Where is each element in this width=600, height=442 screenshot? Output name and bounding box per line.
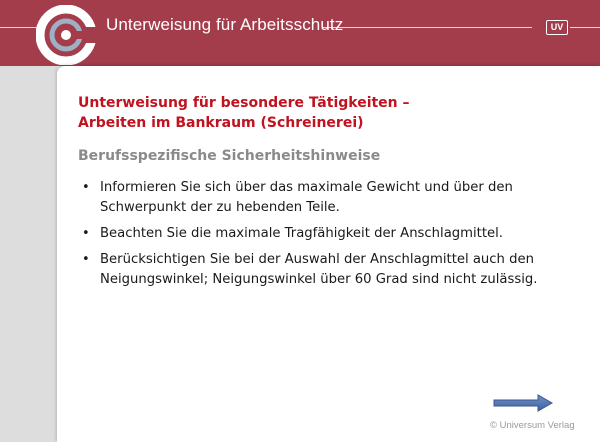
header-title: Unterweisung für Arbeitsschutz (106, 15, 344, 34)
header-line-right (570, 27, 600, 28)
arrow-right-icon[interactable] (493, 393, 553, 413)
bullet-dot: • (82, 180, 90, 195)
uv-logo-badge: UV (546, 20, 568, 35)
bullet-dot: • (82, 226, 90, 241)
logo-icon (36, 5, 96, 65)
section-subtitle: Berufsspezifische Sicherheitshinweise (78, 148, 381, 164)
slide-title: Unterweisung für besondere Tätigkeiten –… (78, 93, 518, 133)
bullet-dot: • (82, 252, 90, 267)
bullet-text: Informieren Sie sich über das maximale G… (100, 180, 513, 215)
slide-title-line-2: Arbeiten im Bankraum (Schreinerei) (78, 115, 364, 131)
bullet-item: • Beachten Sie die maximale Tragfähigkei… (78, 224, 558, 244)
header-line-middle (322, 27, 532, 28)
copyright-text: © Universum Verlag (490, 420, 575, 431)
bullet-text: Beachten Sie die maximale Tragfähigkeit … (100, 226, 503, 241)
bullet-text: Berücksichtigen Sie bei der Auswahl der … (100, 252, 538, 287)
header-bar: Unterweisung für Arbeitsschutz UV (0, 0, 600, 66)
left-margin (0, 66, 57, 442)
header-line-left (0, 27, 38, 28)
bullet-list: • Informieren Sie sich über das maximale… (78, 178, 558, 296)
bullet-item: • Informieren Sie sich über das maximale… (78, 178, 558, 218)
bullet-item: • Berücksichtigen Sie bei der Auswahl de… (78, 250, 558, 290)
slide-title-line-1: Unterweisung für besondere Tätigkeiten – (78, 95, 410, 111)
